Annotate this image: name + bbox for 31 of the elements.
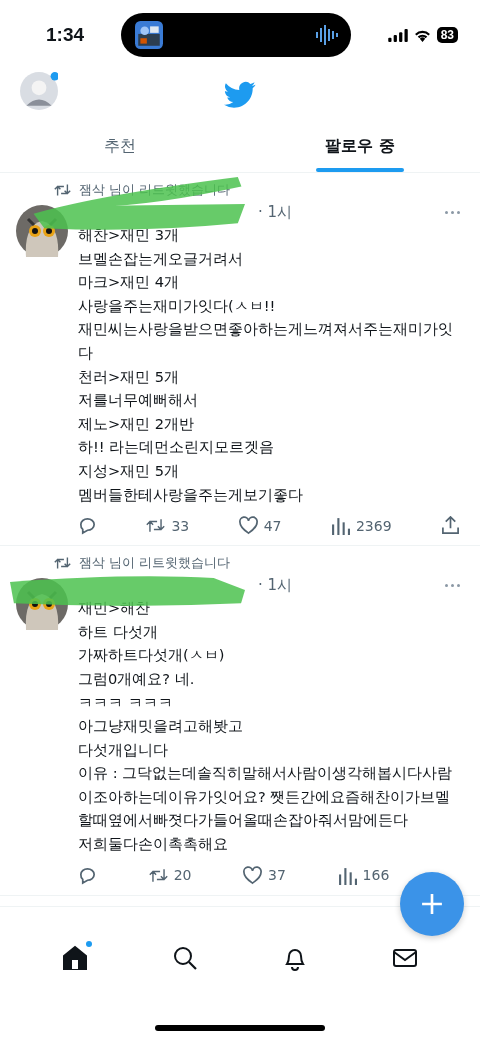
waveform-icon [314, 25, 339, 45]
status-time: 1:34 [46, 24, 85, 46]
retweet-count: 33 [171, 517, 190, 534]
retweet-icon [54, 183, 71, 197]
feed-tab[interactable]: 팔로우 중 [240, 120, 480, 172]
battery-indicator: 83 [436, 27, 458, 43]
like-count: 47 [263, 517, 282, 534]
like-count: 37 [268, 867, 286, 884]
retweeted-by-label: 잼삭 님이 리트윗했습니다 [79, 554, 231, 573]
tweet-time: · 1시 [258, 202, 294, 222]
view-count: 166 [362, 867, 390, 884]
retweet-icon [54, 556, 71, 571]
bird-logo-icon [224, 81, 256, 109]
tweet-text: 해찬>재민 3개 브멜손잡는게오글거려서 마크>재민 4개 사랑을주는재미가잇다(ㅅㅂ!! 재민씨는사랑을받으면좋아하는게느껴져서주는재미가잇다 천러>재민 5개 저를너무예뻐해서 제노>재민 2개반 하!! 라는데먼소린지모르겟음 지성>재민 5개 멤버들한테사랑을주는게보기좋다 [78, 225, 454, 505]
wifi-icon [413, 28, 431, 42]
feed-tab[interactable]: 추천 [0, 120, 240, 172]
views-chart-icon[interactable] [330, 516, 350, 536]
reply-icon[interactable] [78, 516, 97, 536]
search-tab-icon[interactable] [172, 945, 198, 971]
retweet-count: 20 [173, 867, 192, 884]
compose-button[interactable] [400, 872, 464, 936]
reply-icon[interactable] [78, 865, 97, 885]
plus-icon [421, 893, 443, 915]
tweet-time: · 1시 [258, 575, 294, 595]
signal-icon [387, 28, 408, 42]
heart-icon[interactable] [238, 516, 258, 536]
view-count: 2369 [355, 517, 392, 534]
profile-avatar[interactable] [20, 72, 58, 110]
share-icon[interactable] [441, 516, 460, 536]
heart-icon[interactable] [243, 865, 263, 885]
views-chart-icon[interactable] [337, 865, 357, 885]
